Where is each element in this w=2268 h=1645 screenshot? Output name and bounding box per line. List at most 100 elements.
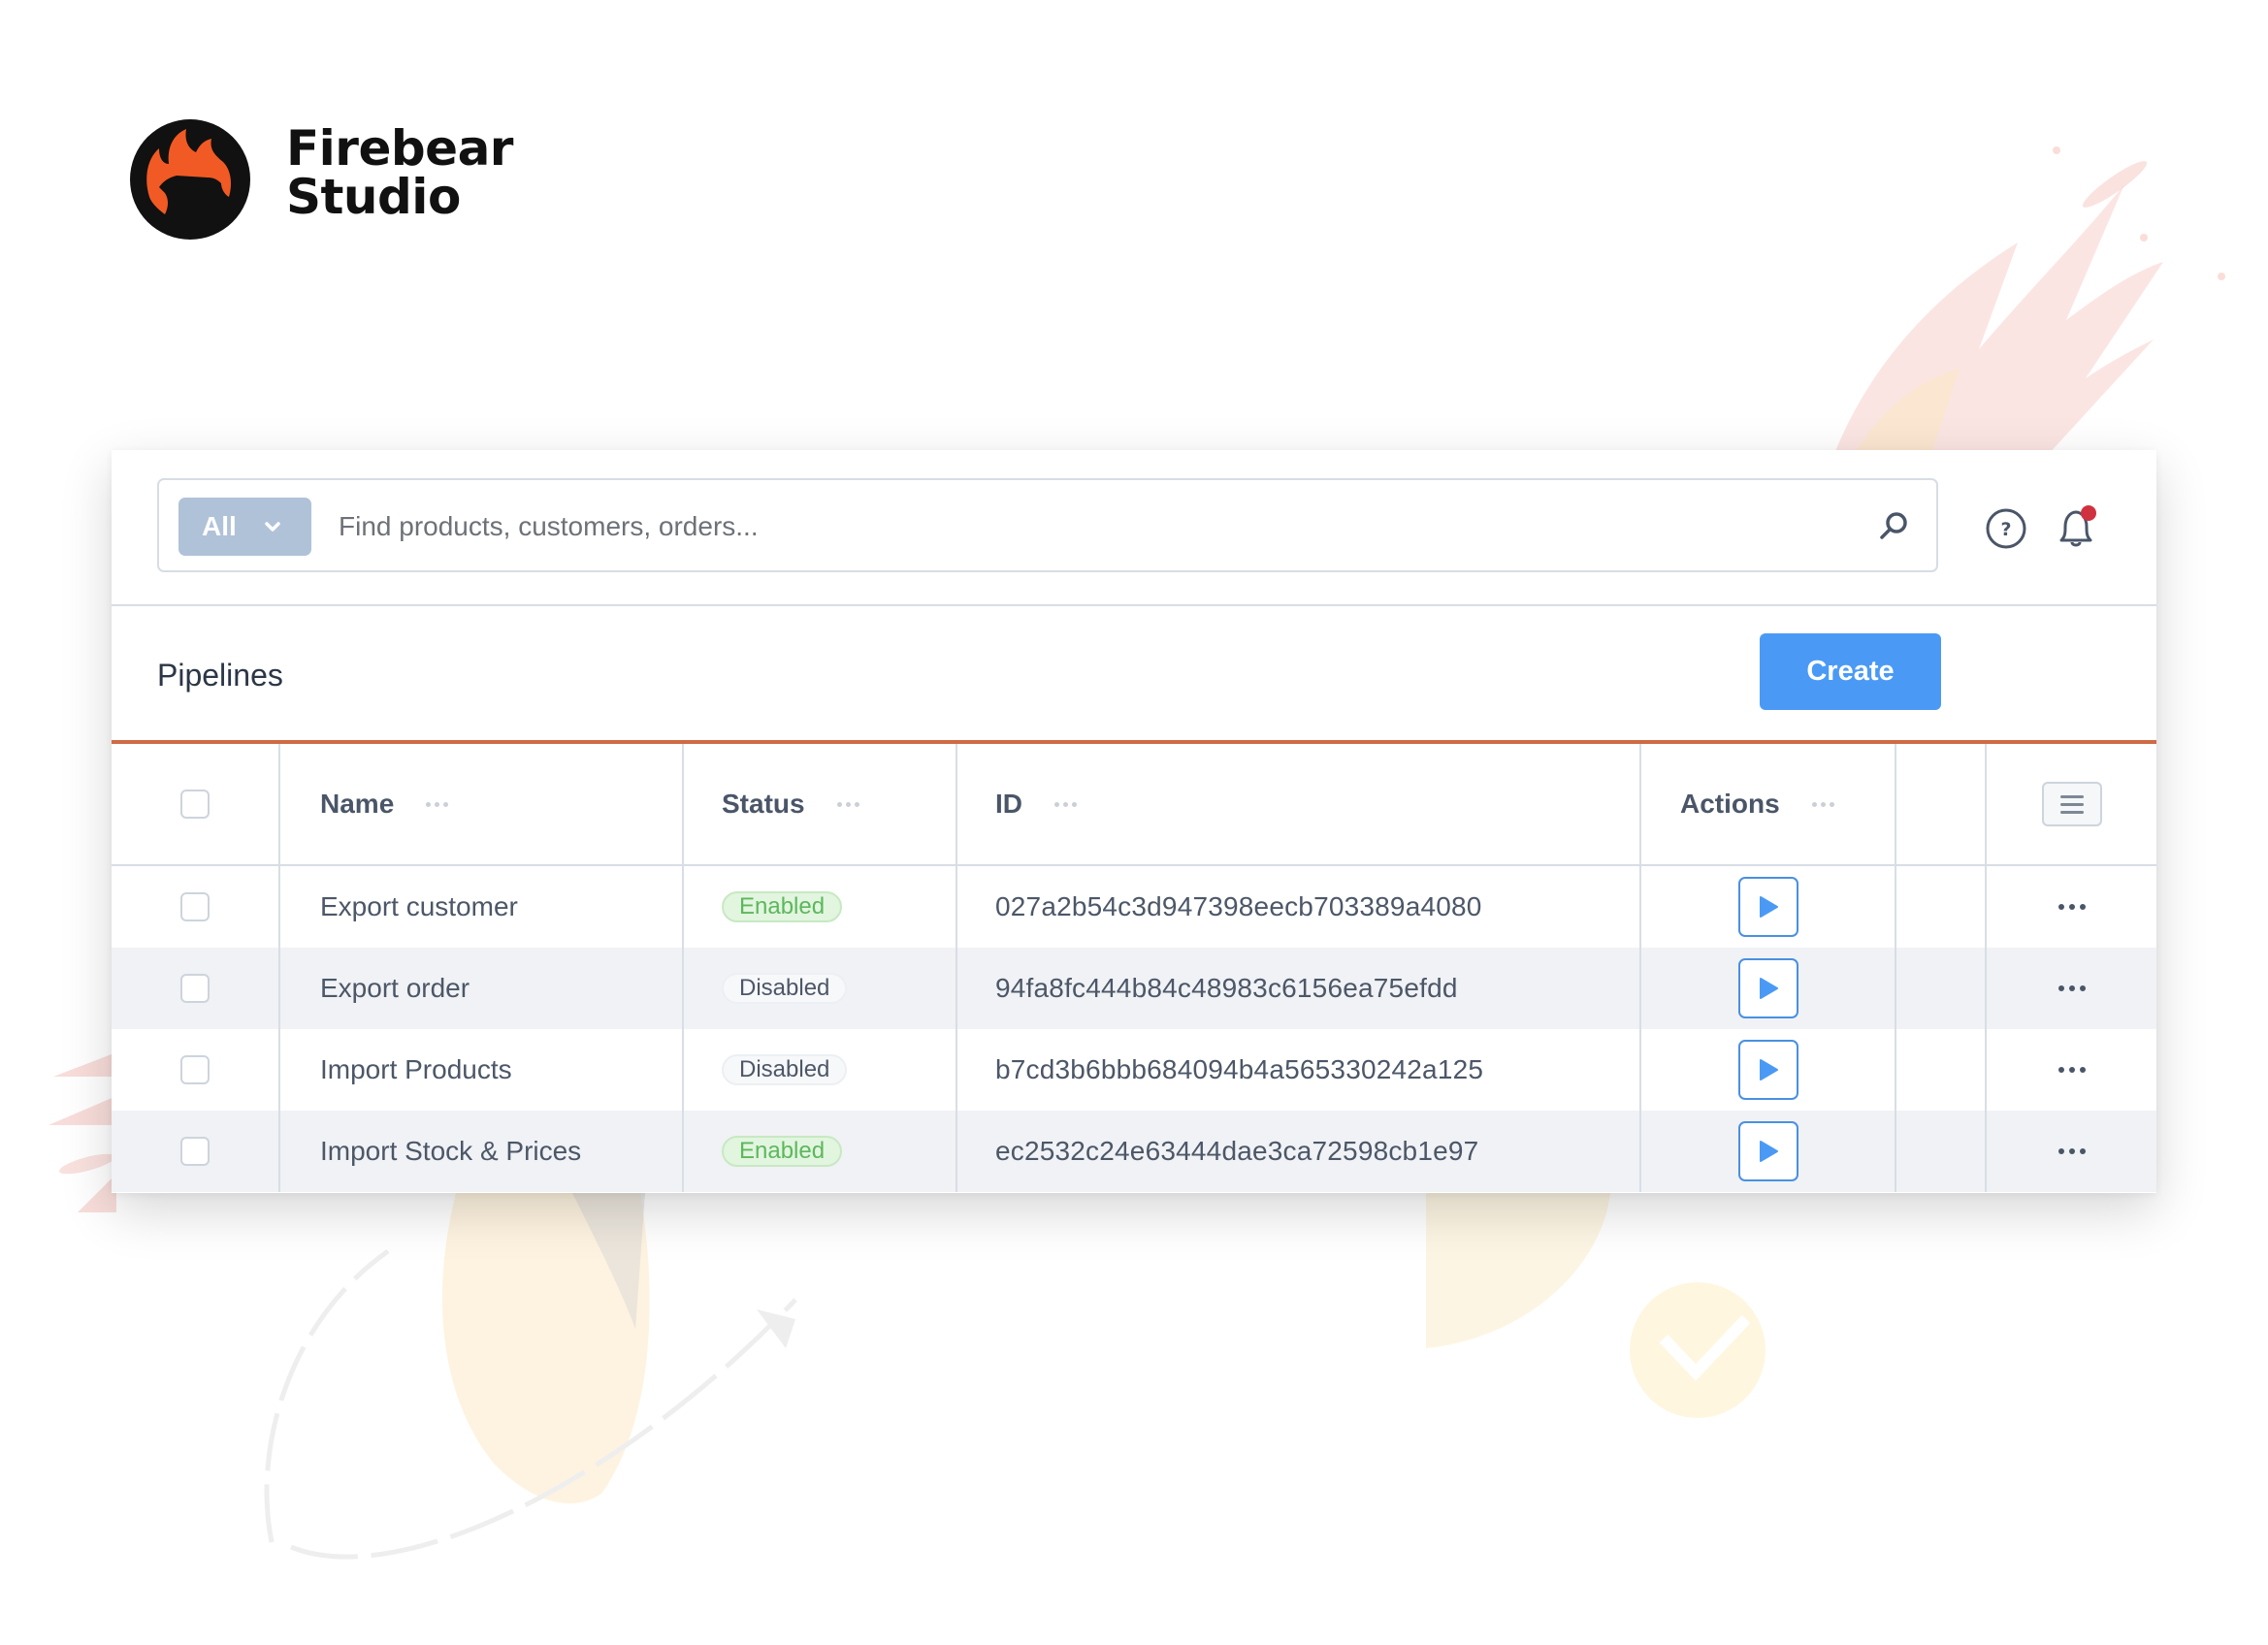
pipeline-id: b7cd3b6bbb684094b4a565330242a125 (995, 1054, 1484, 1084)
chevron-down-icon (265, 522, 280, 532)
row-menu-cell (1987, 1029, 2156, 1111)
column-options-icon[interactable] (1054, 801, 1077, 807)
row-status-cell: Disabled (684, 948, 957, 1029)
pipeline-id: 027a2b54c3d947398eecb703389a4080 (995, 891, 1482, 921)
run-pipeline-button[interactable] (1737, 958, 1798, 1018)
firebear-logo-icon (130, 119, 250, 240)
row-id-cell: ec2532c24e63444dae3ca72598cb1e97 (957, 1111, 1641, 1192)
column-options-icon[interactable] (1811, 801, 1834, 807)
notification-dot (2081, 505, 2096, 521)
column-header-settings (1987, 744, 2156, 864)
bell-icon[interactable] (2052, 503, 2100, 554)
page-title: Pipelines (157, 658, 283, 693)
column-header-label: Status (722, 789, 805, 819)
row-checkbox[interactable] (180, 1137, 210, 1166)
table-row: Export order Disabled 94fa8fc444b84c4898… (112, 948, 2156, 1029)
pipeline-name[interactable]: Export customer (320, 891, 518, 922)
more-options-icon[interactable] (2057, 904, 2086, 910)
create-pipeline-button[interactable]: Create (1760, 633, 1941, 710)
status-badge: Disabled (722, 973, 848, 1004)
pipelines-table: Name Status ID Actions Export customer E… (112, 744, 2156, 1192)
column-settings-menu-icon[interactable] (2041, 782, 2102, 826)
row-select-cell (112, 866, 280, 948)
row-checkbox[interactable] (180, 1055, 210, 1084)
column-header-id[interactable]: ID (957, 744, 1641, 864)
row-select-cell (112, 948, 280, 1029)
pipeline-name[interactable]: Import Stock & Prices (320, 1136, 581, 1167)
row-menu-cell (1987, 866, 2156, 948)
header-divider (112, 604, 2156, 606)
row-select-cell (112, 1029, 280, 1111)
play-icon (1759, 1059, 1778, 1081)
table-body: Export customer Enabled 027a2b54c3d94739… (112, 866, 2156, 1192)
row-id-cell: b7cd3b6bbb684094b4a565330242a125 (957, 1029, 1641, 1111)
row-actions-cell (1641, 948, 1896, 1029)
column-header-name[interactable]: Name (280, 744, 684, 864)
search-scope-dropdown[interactable]: All (178, 498, 311, 556)
column-header-actions[interactable]: Actions (1641, 744, 1896, 864)
play-icon (1759, 896, 1778, 918)
global-search-bar: All (157, 478, 1938, 572)
row-checkbox[interactable] (180, 974, 210, 1003)
table-row: Import Products Disabled b7cd3b6bbb68409… (112, 1029, 2156, 1111)
pipeline-name[interactable]: Import Products (320, 1054, 512, 1085)
row-checkbox[interactable] (180, 892, 210, 921)
play-icon (1759, 978, 1778, 999)
search-scope-label: All (202, 511, 237, 541)
pipeline-id: ec2532c24e63444dae3ca72598cb1e97 (995, 1136, 1479, 1166)
run-pipeline-button[interactable] (1737, 1121, 1798, 1181)
more-options-icon[interactable] (2057, 1067, 2086, 1073)
row-select-cell (112, 1111, 280, 1192)
brand-name: Firebear Studio (286, 124, 513, 221)
row-actions-cell (1641, 866, 1896, 948)
row-name-cell: Export order (280, 948, 684, 1029)
brand-line-1: Firebear (286, 120, 513, 177)
status-badge: Enabled (722, 891, 843, 922)
row-spacer-cell (1896, 866, 1987, 948)
select-all-checkbox[interactable] (180, 790, 210, 819)
column-header-label: Actions (1680, 789, 1780, 819)
run-pipeline-button[interactable] (1737, 877, 1798, 937)
column-header-label: Name (320, 789, 395, 819)
more-options-icon[interactable] (2057, 985, 2086, 991)
svg-text:?: ? (2000, 519, 2011, 540)
row-status-cell: Disabled (684, 1029, 957, 1111)
row-menu-cell (1987, 1111, 2156, 1192)
row-id-cell: 027a2b54c3d947398eecb703389a4080 (957, 866, 1641, 948)
column-options-icon[interactable] (836, 801, 859, 807)
row-spacer-cell (1896, 948, 1987, 1029)
row-actions-cell (1641, 1029, 1896, 1111)
search-input[interactable] (339, 500, 1852, 554)
status-badge: Disabled (722, 1054, 848, 1085)
background-flame-decoration (1833, 146, 2225, 456)
more-options-icon[interactable] (2057, 1148, 2086, 1154)
header-select-cell (112, 744, 280, 864)
search-icon[interactable] (1874, 507, 1913, 546)
row-status-cell: Enabled (684, 866, 957, 948)
table-row: Import Stock & Prices Enabled ec2532c24e… (112, 1111, 2156, 1192)
run-pipeline-button[interactable] (1737, 1040, 1798, 1100)
background-check-decoration (1426, 1193, 1766, 1418)
play-icon (1759, 1141, 1778, 1162)
row-menu-cell (1987, 948, 2156, 1029)
help-circle-icon[interactable]: ? (1985, 507, 2027, 550)
row-name-cell: Export customer (280, 866, 684, 948)
background-bear-decoration (264, 1193, 797, 1560)
row-name-cell: Import Products (280, 1029, 684, 1111)
column-header-status[interactable]: Status (684, 744, 957, 864)
pipelines-panel: All ? Pipelines Create Name (112, 450, 2156, 1193)
row-id-cell: 94fa8fc444b84c48983c6156ea75efdd (957, 948, 1641, 1029)
row-actions-cell (1641, 1111, 1896, 1192)
column-header-label: ID (995, 789, 1022, 819)
pipeline-name[interactable]: Export order (320, 973, 470, 1004)
column-header-spacer (1896, 744, 1987, 864)
table-header-row: Name Status ID Actions (112, 744, 2156, 866)
table-row: Export customer Enabled 027a2b54c3d94739… (112, 866, 2156, 948)
row-spacer-cell (1896, 1029, 1987, 1111)
brand-line-2: Studio (286, 169, 461, 225)
row-status-cell: Enabled (684, 1111, 957, 1192)
status-badge: Enabled (722, 1136, 843, 1167)
row-name-cell: Import Stock & Prices (280, 1111, 684, 1192)
column-options-icon[interactable] (426, 801, 449, 807)
row-spacer-cell (1896, 1111, 1987, 1192)
